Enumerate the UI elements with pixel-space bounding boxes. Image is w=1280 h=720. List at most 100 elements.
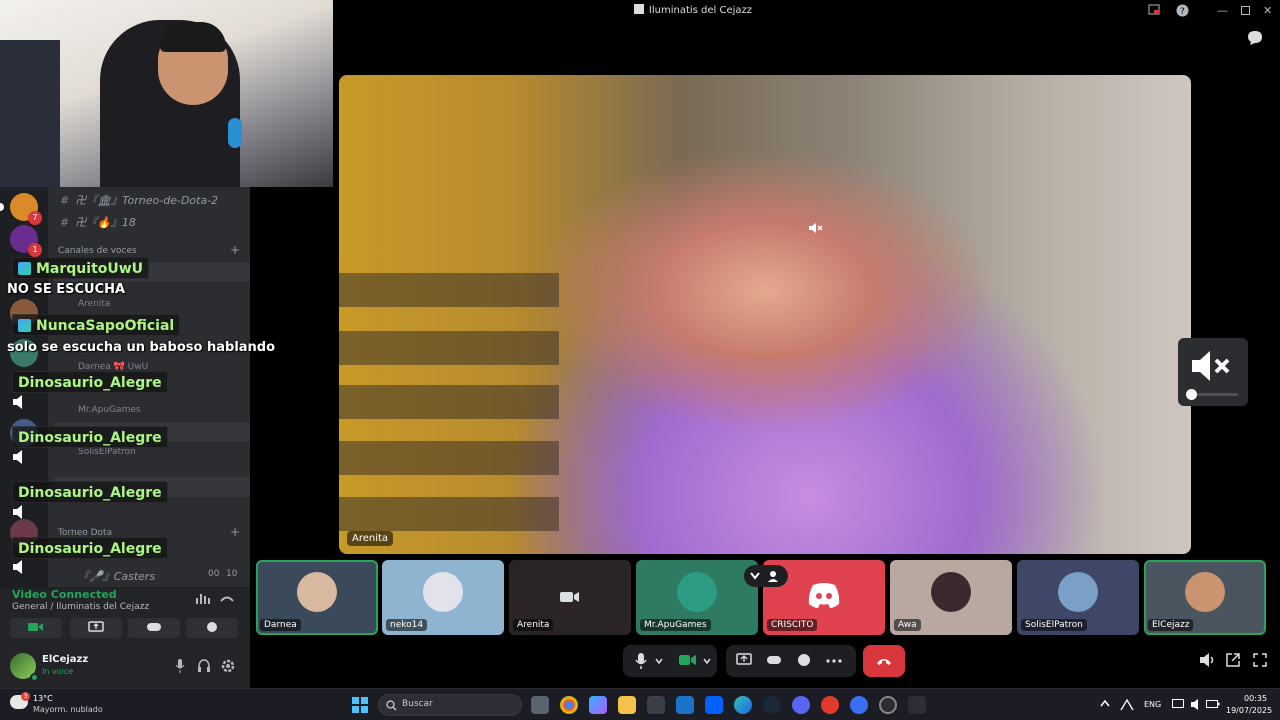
soundboard-icon (207, 622, 217, 632)
participant-tile[interactable]: Arenita (509, 560, 631, 635)
weather-description[interactable]: Mayorm. nublado (33, 705, 103, 714)
username[interactable]: ElCejazz (42, 654, 88, 665)
chat-username: Dinosaurio_Alegre (12, 481, 168, 503)
popout-icon[interactable] (1148, 4, 1160, 16)
discord-taskbar-icon[interactable] (792, 696, 810, 714)
voice-category[interactable]: Canales de voces (58, 246, 137, 256)
microphone-icon[interactable] (175, 659, 185, 673)
disconnect-icon[interactable] (220, 594, 234, 604)
close-button[interactable]: ✕ (1263, 4, 1272, 17)
headphones-icon[interactable] (197, 659, 211, 673)
chevron-down-icon (750, 572, 760, 580)
add-channel-icon[interactable]: + (230, 525, 240, 539)
maximize-button[interactable] (1241, 6, 1250, 15)
file-explorer-icon[interactable] (618, 696, 636, 714)
bed (0, 40, 60, 187)
add-channel-icon[interactable]: + (230, 243, 240, 257)
microphone-icon[interactable] (635, 653, 647, 669)
server-icon (633, 4, 644, 14)
soundboard-icon[interactable] (796, 653, 812, 667)
chevron-down-icon[interactable] (655, 658, 663, 664)
input-language[interactable]: ENG (1144, 700, 1161, 709)
clock-date[interactable]: 19/07/2025 (1226, 706, 1272, 715)
disconnect-call-button[interactable] (863, 645, 905, 677)
text-channel[interactable]: # 卍『🏛』Torneo-de-Dota-2 (60, 192, 218, 208)
muted-speaker-icon (809, 223, 823, 233)
participant-tile[interactable]: Darnea (256, 560, 378, 635)
voice-user[interactable]: Arenita (78, 299, 110, 309)
edge-icon[interactable] (734, 696, 752, 714)
minimize-button[interactable]: — (1217, 4, 1228, 17)
camera-icon (560, 592, 579, 602)
server-icon[interactable]: 7 (10, 193, 42, 225)
chrome-icon[interactable] (560, 696, 578, 714)
subscriber-badge-icon (18, 262, 31, 275)
camera-icon[interactable] (679, 653, 697, 667)
text-channel[interactable]: # 卍『🔥』18 (60, 214, 136, 230)
volume-popup[interactable] (1178, 338, 1248, 406)
gamepad-icon (147, 623, 161, 631)
mic-camera-controls (623, 645, 717, 677)
speaker-icon (13, 395, 22, 409)
monitor-icon[interactable] (1172, 699, 1184, 710)
tile-options-button[interactable] (744, 565, 788, 587)
participant-tile[interactable]: SolisElPatron (1017, 560, 1139, 635)
search-icon (386, 700, 397, 711)
speaker-icon (13, 450, 22, 464)
chat-username-text: NuncaSapoOficial (36, 318, 175, 334)
voice-status[interactable]: Video Connected (12, 588, 117, 601)
screen-share-icon[interactable] (736, 653, 752, 667)
signal-icon[interactable] (196, 594, 210, 604)
windows-start-icon[interactable] (352, 697, 368, 713)
participant-tile[interactable]: Awa (890, 560, 1012, 635)
main-video-stream[interactable]: Arenita (339, 75, 1191, 554)
steam-icon[interactable] (763, 696, 781, 714)
popout-window-icon[interactable] (1226, 653, 1240, 667)
participant-tile[interactable]: Mr.ApuGames (636, 560, 758, 635)
gear-icon[interactable] (221, 659, 235, 673)
microsoft-store-icon[interactable] (647, 696, 665, 714)
channel-name: 卍『🏛』Torneo-de-Dota-2 (75, 194, 219, 207)
clock-time[interactable]: 00:35 (1244, 694, 1267, 703)
screen-share-button[interactable] (70, 618, 122, 638)
voice-channel-casters[interactable]: 『🎤』Casters (78, 568, 155, 584)
network-activity-icon[interactable] (1120, 699, 1134, 711)
help-icon[interactable]: ? (1176, 4, 1189, 17)
more-options-icon[interactable] (826, 659, 842, 663)
hash-icon: # (60, 216, 70, 229)
participant-name: Awa (894, 619, 921, 631)
voice-user[interactable]: Mr.ApuGames (78, 405, 141, 415)
volume-icon[interactable] (1199, 653, 1215, 667)
battery-icon[interactable] (1206, 699, 1220, 709)
chevron-up-icon[interactable] (1100, 699, 1110, 707)
outlook-icon[interactable] (676, 696, 694, 714)
participant-tile[interactable]: ElCejazz (1144, 560, 1266, 635)
volume-slider-handle[interactable] (1186, 389, 1197, 400)
weather-temperature[interactable]: 13°C (33, 694, 53, 703)
ea-app-icon[interactable] (821, 696, 839, 714)
app-icon[interactable] (908, 696, 926, 714)
activity-button[interactable] (128, 618, 180, 638)
app-icon[interactable] (850, 696, 868, 714)
hang-up-phone-icon (877, 659, 891, 665)
copilot-icon[interactable] (589, 696, 607, 714)
taskbar-search-box[interactable]: Buscar (378, 694, 522, 716)
fullscreen-icon[interactable] (1253, 653, 1267, 667)
obs-icon[interactable] (879, 696, 897, 714)
speaker-icon[interactable] (1190, 699, 1202, 710)
chevron-down-icon[interactable] (703, 658, 711, 664)
voice-location[interactable]: General / Iluminatis del Cejazz (12, 602, 149, 612)
gamepad-icon[interactable] (766, 653, 782, 667)
overlay-bar (339, 273, 559, 307)
server-icon[interactable]: 1 (10, 225, 42, 257)
soundboard-button[interactable] (186, 618, 238, 638)
muted-speaker-icon (1192, 351, 1230, 381)
camera-button[interactable] (10, 618, 62, 638)
participant-tile[interactable]: neko14 (382, 560, 504, 635)
dropbox-icon[interactable] (705, 696, 723, 714)
chat-bubble-icon[interactable] (1247, 30, 1263, 46)
call-title: Iluminatis del Cejazz (648, 5, 753, 16)
voice-connected-panel: Video Connected General / Iluminatis del… (0, 587, 250, 647)
add-friend-icon (768, 571, 778, 582)
task-view-icon[interactable] (531, 696, 549, 714)
